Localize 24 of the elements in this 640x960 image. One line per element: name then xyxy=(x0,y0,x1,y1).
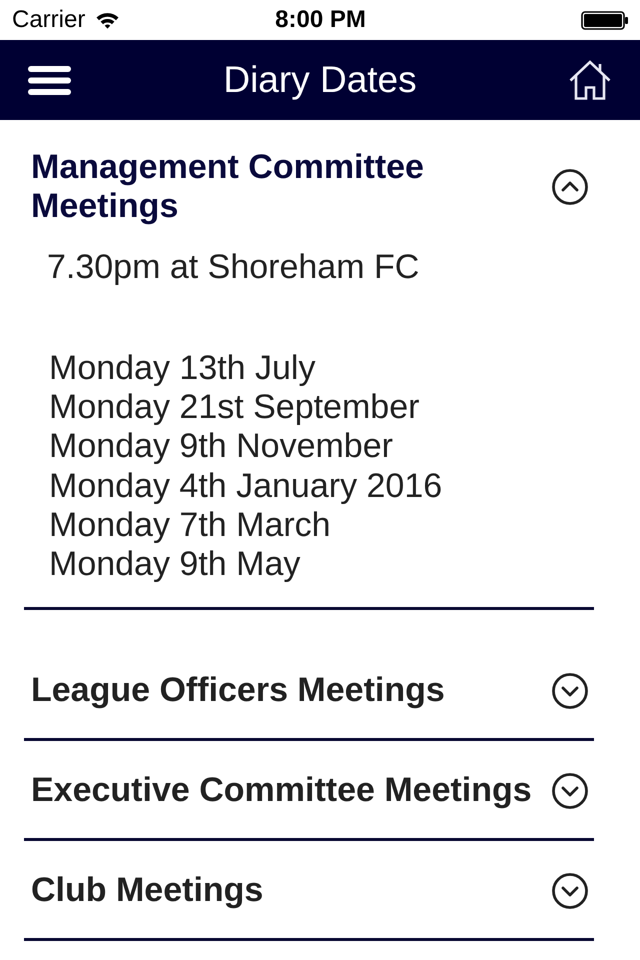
menu-icon xyxy=(28,66,71,94)
home-icon xyxy=(569,60,611,100)
chevron-down-icon xyxy=(552,772,588,809)
battery-icon xyxy=(581,10,630,30)
clock-time: 8:00 PM xyxy=(275,5,366,35)
wifi-icon xyxy=(95,11,120,29)
date-text: Monday 13th July xyxy=(49,349,316,388)
page-title: Diary Dates xyxy=(222,58,418,102)
chevron-up-icon xyxy=(552,169,588,205)
chevron-down-icon xyxy=(552,872,588,909)
meeting-time-text: 7.30pm at Shoreham FC xyxy=(46,248,420,287)
accordion-header[interactable]: Executive Committee Meetings xyxy=(24,741,594,838)
date-text: Monday 21st September xyxy=(49,388,420,428)
date-text: Monday 7th March xyxy=(49,506,332,546)
date-text: Monday 4th January 2016 xyxy=(49,466,444,506)
chevron-down-icon xyxy=(552,672,588,709)
accordion-header[interactable]: Management Committee Meetings xyxy=(24,120,594,226)
menu-button[interactable] xyxy=(28,66,71,94)
home-button[interactable] xyxy=(569,60,611,100)
accordion-header[interactable]: League Officers Meetings xyxy=(24,641,594,738)
carrier-name: Carrier xyxy=(12,5,86,35)
accordion-header[interactable]: Club Meetings xyxy=(24,841,594,938)
date-text: Monday 9th November xyxy=(49,427,394,467)
date-text: Monday 9th May xyxy=(49,545,302,584)
